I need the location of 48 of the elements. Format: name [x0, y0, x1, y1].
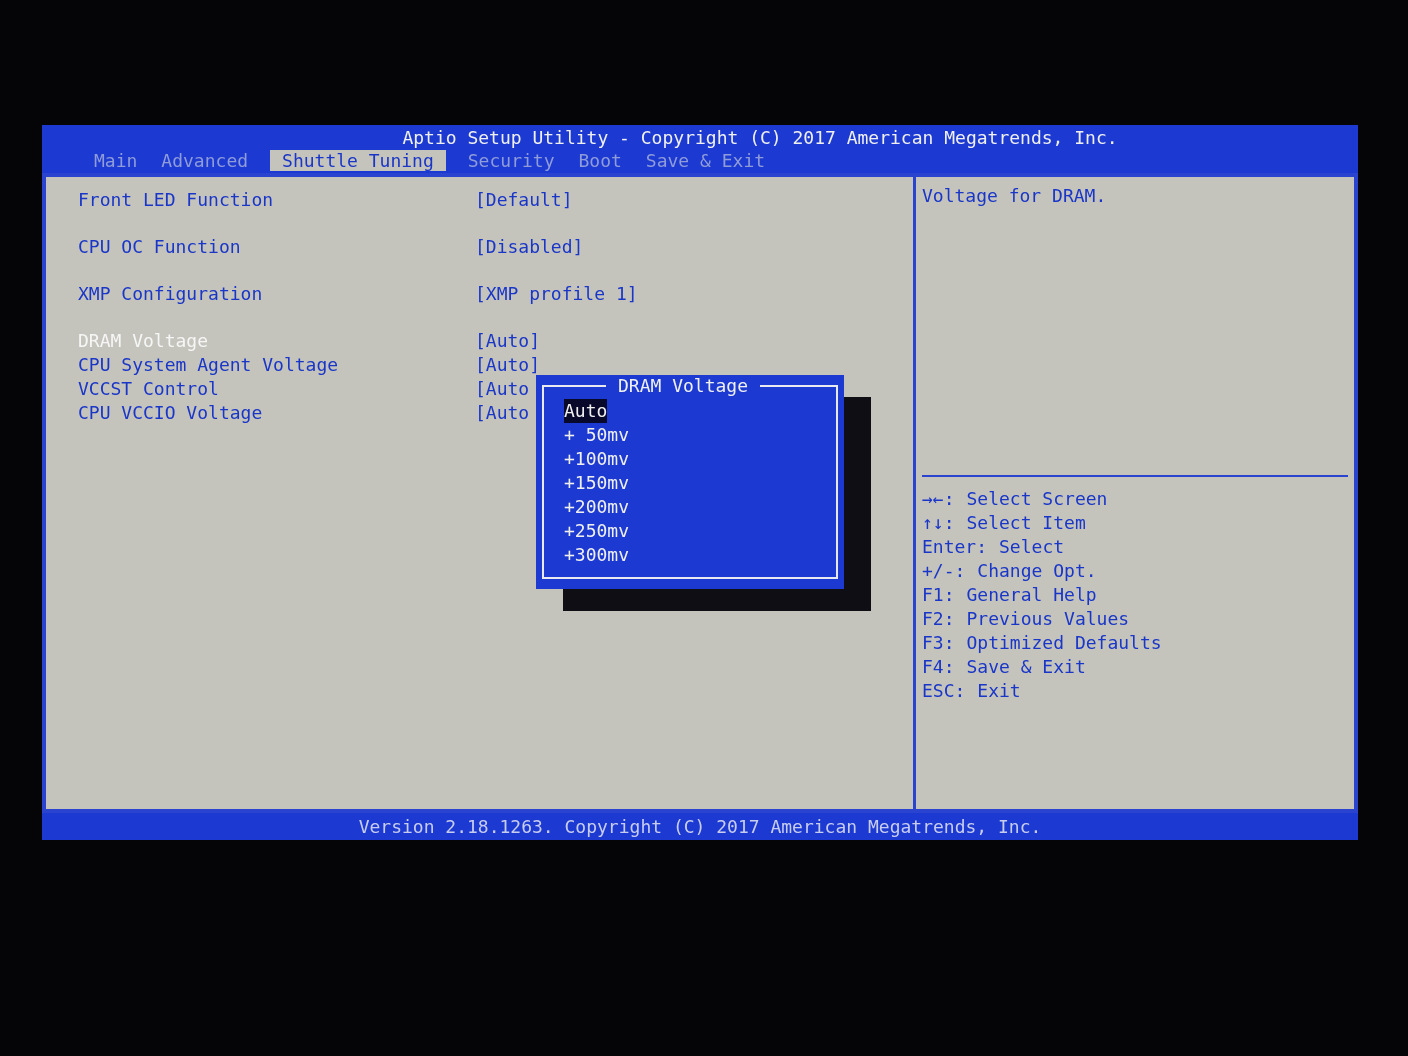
key-name: F4:	[922, 655, 955, 679]
setting-value[interactable]: [Auto	[475, 401, 530, 423]
tab[interactable]: Boot	[576, 150, 624, 171]
key-action: Previous Values	[966, 607, 1130, 631]
tab[interactable]: Save & Exit	[643, 150, 768, 171]
key-action: Change Opt.	[977, 559, 1097, 583]
key-action: Exit	[977, 679, 1021, 703]
help-text: Voltage for DRAM.	[922, 185, 1107, 206]
key-name: F1:	[922, 583, 955, 607]
setting-value[interactable]: [Auto]	[475, 329, 541, 351]
key-name: +/-:	[922, 559, 966, 583]
tab[interactable]: Security	[465, 150, 557, 171]
key-name: F2:	[922, 607, 955, 631]
option-item[interactable]: +200mv	[564, 495, 630, 519]
option-item[interactable]: Auto	[564, 399, 608, 423]
setting-value[interactable]: [Auto]	[475, 353, 541, 375]
setting-value[interactable]: [Disabled]	[475, 235, 584, 257]
key-name: →←:	[922, 487, 955, 511]
key-action: Save & Exit	[966, 655, 1086, 679]
setting-label[interactable]: CPU OC Function	[78, 235, 475, 257]
setting-label[interactable]: Front LED Function	[78, 188, 475, 210]
option-item[interactable]: +300mv	[564, 543, 630, 567]
key-name: F3:	[922, 631, 955, 655]
key-action: Select Screen	[966, 487, 1108, 511]
setting-value[interactable]: [XMP profile 1]	[475, 282, 638, 304]
popup-title: DRAM Voltage	[606, 375, 761, 397]
setting-value[interactable]: [Auto	[475, 377, 530, 399]
setting-label[interactable]: XMP Configuration	[78, 282, 475, 304]
setting-label[interactable]: CPU System Agent Voltage	[78, 353, 475, 375]
window-title: Aptio Setup Utility - Copyright (C) 2017 American Megatrends, Inc.	[401, 127, 1119, 148]
setting-label[interactable]: VCCST Control	[78, 377, 475, 399]
key-action: Optimized Defaults	[966, 631, 1162, 655]
setting-value[interactable]: [Default]	[475, 188, 573, 210]
tab[interactable]: Advanced	[159, 150, 251, 171]
key-name: ESC:	[922, 679, 966, 703]
option-item[interactable]: +250mv	[564, 519, 630, 543]
key-action: General Help	[966, 583, 1097, 607]
version-text: Version 2.18.1263. Copyright (C) 2017 American Megatrends, Inc.	[358, 816, 1042, 837]
option-item[interactable]: +150mv	[564, 471, 630, 495]
key-action: Select Item	[966, 511, 1086, 535]
tab[interactable]: Shuttle Tuning	[270, 150, 446, 171]
option-item[interactable]: +100mv	[564, 447, 630, 471]
option-item[interactable]: + 50mv	[564, 423, 630, 447]
key-name: ↑↓:	[922, 511, 955, 535]
setting-label[interactable]: CPU VCCIO Voltage	[78, 401, 475, 423]
tab[interactable]: Main	[92, 150, 140, 171]
key-action: Select	[999, 535, 1065, 559]
key-name: Enter:	[922, 535, 988, 559]
